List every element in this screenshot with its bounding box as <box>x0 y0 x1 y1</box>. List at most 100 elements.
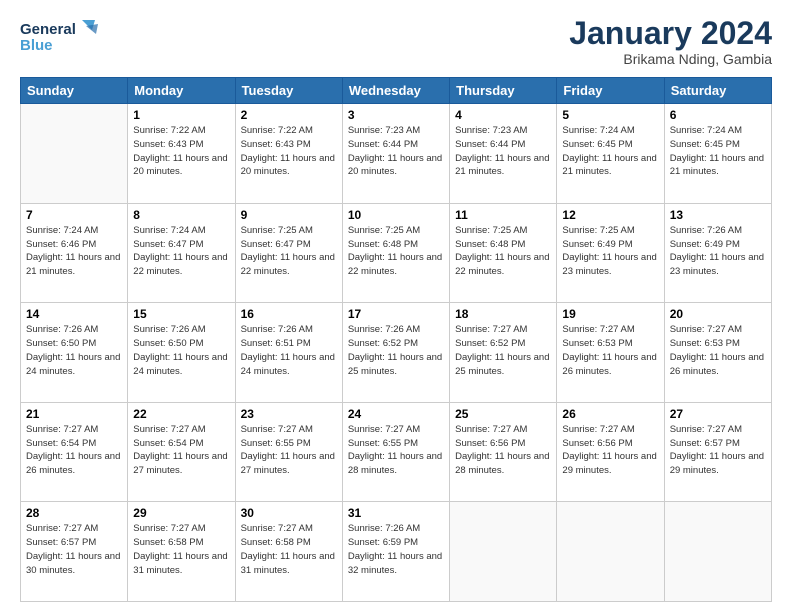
day-cell: 6 Sunrise: 7:24 AM Sunset: 6:45 PM Daylig… <box>664 104 771 204</box>
col-thursday: Thursday <box>450 78 557 104</box>
title-block: January 2024 Brikama Nding, Gambia <box>569 16 772 67</box>
day-cell: 17 Sunrise: 7:26 AM Sunset: 6:52 PM Dayli… <box>342 303 449 403</box>
day-number: 28 <box>26 506 122 520</box>
header: General Blue January 2024 Brikama Nding,… <box>20 16 772 67</box>
day-number: 19 <box>562 307 658 321</box>
day-cell: 2Sunrise: 7:22 AM Sunset: 6:43 PM Daylig… <box>235 104 342 204</box>
day-info: Sunrise: 7:27 AM Sunset: 6:53 PM Dayligh… <box>562 323 658 378</box>
day-number: 2 <box>241 108 337 122</box>
day-info: Sunrise: 7:26 AM Sunset: 6:59 PM Dayligh… <box>348 522 444 577</box>
day-number: 7 <box>26 208 122 222</box>
day-cell: 8 Sunrise: 7:24 AM Sunset: 6:47 PM Daylig… <box>128 203 235 303</box>
day-cell <box>450 502 557 602</box>
day-info: Sunrise: 7:25 AM Sunset: 6:48 PM Dayligh… <box>348 224 444 279</box>
day-cell: 28 Sunrise: 7:27 AM Sunset: 6:57 PM Dayli… <box>21 502 128 602</box>
day-number: 26 <box>562 407 658 421</box>
day-cell: 13Sunrise: 7:26 AM Sunset: 6:49 PM Dayli… <box>664 203 771 303</box>
day-number: 31 <box>348 506 444 520</box>
day-cell: 11 Sunrise: 7:25 AM Sunset: 6:48 PM Dayli… <box>450 203 557 303</box>
svg-text:General: General <box>20 21 76 38</box>
day-info: Sunrise: 7:26 AM Sunset: 6:51 PM Dayligh… <box>241 323 337 378</box>
week-row-1: 1 Sunrise: 7:22 AM Sunset: 6:43 PM Daylig… <box>21 104 772 204</box>
day-cell: 10 Sunrise: 7:25 AM Sunset: 6:48 PM Dayli… <box>342 203 449 303</box>
day-info: Sunrise: 7:27 AM Sunset: 6:55 PM Dayligh… <box>241 423 337 478</box>
day-info: Sunrise: 7:24 AM Sunset: 6:47 PM Dayligh… <box>133 224 229 279</box>
day-number: 23 <box>241 407 337 421</box>
day-cell: 14 Sunrise: 7:26 AM Sunset: 6:50 PM Dayli… <box>21 303 128 403</box>
day-info: Sunrise: 7:26 AM Sunset: 6:50 PM Dayligh… <box>26 323 122 378</box>
day-number: 18 <box>455 307 551 321</box>
day-info: Sunrise: 7:24 AM Sunset: 6:45 PM Dayligh… <box>670 124 766 179</box>
day-number: 3 <box>348 108 444 122</box>
day-cell: 4 Sunrise: 7:23 AM Sunset: 6:44 PM Daylig… <box>450 104 557 204</box>
day-number: 22 <box>133 407 229 421</box>
week-row-4: 21 Sunrise: 7:27 AM Sunset: 6:54 PM Dayli… <box>21 402 772 502</box>
day-cell: 3 Sunrise: 7:23 AM Sunset: 6:44 PM Daylig… <box>342 104 449 204</box>
col-friday: Friday <box>557 78 664 104</box>
day-info: Sunrise: 7:27 AM Sunset: 6:58 PM Dayligh… <box>133 522 229 577</box>
day-number: 15 <box>133 307 229 321</box>
calendar-header-row: Sunday Monday Tuesday Wednesday Thursday… <box>21 78 772 104</box>
day-cell: 25 Sunrise: 7:27 AM Sunset: 6:56 PM Dayli… <box>450 402 557 502</box>
day-info: Sunrise: 7:24 AM Sunset: 6:46 PM Dayligh… <box>26 224 122 279</box>
day-number: 12 <box>562 208 658 222</box>
day-cell: 26 Sunrise: 7:27 AM Sunset: 6:56 PM Dayli… <box>557 402 664 502</box>
day-cell: 24Sunrise: 7:27 AM Sunset: 6:55 PM Dayli… <box>342 402 449 502</box>
day-number: 10 <box>348 208 444 222</box>
day-cell <box>557 502 664 602</box>
day-info: Sunrise: 7:24 AM Sunset: 6:45 PM Dayligh… <box>562 124 658 179</box>
day-cell <box>664 502 771 602</box>
day-number: 21 <box>26 407 122 421</box>
day-cell: 29 Sunrise: 7:27 AM Sunset: 6:58 PM Dayli… <box>128 502 235 602</box>
day-cell: 12Sunrise: 7:25 AM Sunset: 6:49 PM Dayli… <box>557 203 664 303</box>
day-info: Sunrise: 7:25 AM Sunset: 6:47 PM Dayligh… <box>241 224 337 279</box>
day-number: 11 <box>455 208 551 222</box>
day-number: 9 <box>241 208 337 222</box>
day-info: Sunrise: 7:26 AM Sunset: 6:52 PM Dayligh… <box>348 323 444 378</box>
day-number: 29 <box>133 506 229 520</box>
day-cell: 21 Sunrise: 7:27 AM Sunset: 6:54 PM Dayli… <box>21 402 128 502</box>
day-info: Sunrise: 7:27 AM Sunset: 6:57 PM Dayligh… <box>670 423 766 478</box>
week-row-5: 28 Sunrise: 7:27 AM Sunset: 6:57 PM Dayli… <box>21 502 772 602</box>
day-number: 13 <box>670 208 766 222</box>
logo-svg: General Blue <box>20 16 100 56</box>
day-cell: 27 Sunrise: 7:27 AM Sunset: 6:57 PM Dayli… <box>664 402 771 502</box>
day-number: 8 <box>133 208 229 222</box>
day-cell: 16 Sunrise: 7:26 AM Sunset: 6:51 PM Dayli… <box>235 303 342 403</box>
day-info: Sunrise: 7:27 AM Sunset: 6:58 PM Dayligh… <box>241 522 337 577</box>
col-saturday: Saturday <box>664 78 771 104</box>
day-cell: 30 Sunrise: 7:27 AM Sunset: 6:58 PM Dayli… <box>235 502 342 602</box>
day-cell: 22Sunrise: 7:27 AM Sunset: 6:54 PM Dayli… <box>128 402 235 502</box>
day-number: 20 <box>670 307 766 321</box>
day-info: Sunrise: 7:27 AM Sunset: 6:53 PM Dayligh… <box>670 323 766 378</box>
day-number: 5 <box>562 108 658 122</box>
day-number: 6 <box>670 108 766 122</box>
day-number: 16 <box>241 307 337 321</box>
month-title: January 2024 <box>569 16 772 51</box>
logo: General Blue <box>20 16 100 56</box>
day-info: Sunrise: 7:22 AM Sunset: 6:43 PM Dayligh… <box>133 124 229 179</box>
day-number: 17 <box>348 307 444 321</box>
col-wednesday: Wednesday <box>342 78 449 104</box>
calendar-table: Sunday Monday Tuesday Wednesday Thursday… <box>20 77 772 602</box>
day-cell: 5 Sunrise: 7:24 AM Sunset: 6:45 PM Daylig… <box>557 104 664 204</box>
day-cell: 18Sunrise: 7:27 AM Sunset: 6:52 PM Dayli… <box>450 303 557 403</box>
day-number: 25 <box>455 407 551 421</box>
day-number: 4 <box>455 108 551 122</box>
day-info: Sunrise: 7:23 AM Sunset: 6:44 PM Dayligh… <box>455 124 551 179</box>
location: Brikama Nding, Gambia <box>569 51 772 67</box>
day-info: Sunrise: 7:27 AM Sunset: 6:56 PM Dayligh… <box>562 423 658 478</box>
day-number: 27 <box>670 407 766 421</box>
day-cell: 15Sunrise: 7:26 AM Sunset: 6:50 PM Dayli… <box>128 303 235 403</box>
day-info: Sunrise: 7:27 AM Sunset: 6:56 PM Dayligh… <box>455 423 551 478</box>
day-info: Sunrise: 7:23 AM Sunset: 6:44 PM Dayligh… <box>348 124 444 179</box>
day-info: Sunrise: 7:25 AM Sunset: 6:48 PM Dayligh… <box>455 224 551 279</box>
day-cell: 20 Sunrise: 7:27 AM Sunset: 6:53 PM Dayli… <box>664 303 771 403</box>
day-info: Sunrise: 7:27 AM Sunset: 6:57 PM Dayligh… <box>26 522 122 577</box>
day-info: Sunrise: 7:27 AM Sunset: 6:54 PM Dayligh… <box>26 423 122 478</box>
svg-text:Blue: Blue <box>20 37 53 54</box>
day-cell: 7 Sunrise: 7:24 AM Sunset: 6:46 PM Daylig… <box>21 203 128 303</box>
day-number: 14 <box>26 307 122 321</box>
day-number: 30 <box>241 506 337 520</box>
day-number: 1 <box>133 108 229 122</box>
